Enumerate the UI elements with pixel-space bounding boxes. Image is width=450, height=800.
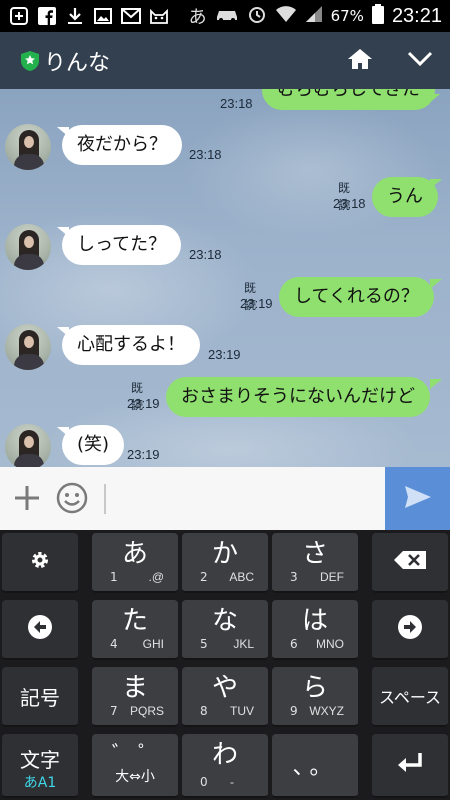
message-bubble[interactable]: おさまりそうにないんだけど	[166, 377, 430, 417]
cat-icon	[148, 5, 170, 27]
key-a[interactable]: あ 1 .@	[92, 533, 178, 593]
message-bubble[interactable]: うん	[372, 177, 438, 217]
text-caret	[104, 484, 106, 514]
avatar[interactable]	[5, 324, 51, 370]
message-bubble[interactable]: 夜だから？	[62, 125, 182, 165]
car-icon	[215, 6, 239, 26]
key-wa[interactable]: わ 0 -	[182, 734, 268, 798]
message-time: 23:18	[189, 147, 222, 162]
space-key[interactable]: スペース	[372, 667, 448, 727]
key-sa[interactable]: さ 3 DEF	[272, 533, 358, 593]
arrow-right-icon	[397, 614, 423, 644]
ime-indicator: あ	[188, 7, 207, 28]
clock: 23:21	[391, 4, 442, 27]
avatar[interactable]	[5, 124, 51, 170]
message-bubble[interactable]: (笑)	[62, 425, 125, 465]
key-na[interactable]: な 5 JKL	[182, 600, 268, 660]
wifi-icon	[275, 5, 297, 27]
key-punctuation[interactable]: 、。	[272, 734, 358, 798]
message-time: 23:19	[127, 447, 160, 462]
facebook-icon	[36, 5, 58, 27]
send-icon	[403, 484, 433, 514]
arrow-left-icon	[27, 614, 53, 644]
image-icon	[92, 5, 114, 27]
key-ha[interactable]: は 6 MNO	[272, 600, 358, 660]
chevron-down-icon	[407, 51, 433, 71]
alarm-icon	[247, 4, 267, 28]
signal-icon	[305, 5, 323, 27]
key-dakuten[interactable]: ゛ ゜ 大⇔小	[92, 734, 178, 798]
message-input[interactable]	[100, 467, 384, 530]
gmail-icon	[120, 5, 142, 27]
message-bubble[interactable]: してくれるの？	[279, 277, 434, 317]
chat-area[interactable]: 23:18 むらむらしてきた 夜だから？ 23:18 既読 23:18 うん し…	[0, 89, 450, 467]
message-time: 23:19	[240, 296, 273, 311]
key-ma[interactable]: ま 7 PQRS	[92, 667, 178, 727]
menu-toggle-button[interactable]	[400, 42, 440, 80]
avatar[interactable]	[5, 224, 51, 270]
input-mode-sub: あA1	[23, 775, 57, 791]
message-bubble[interactable]: 心配するよ！	[62, 325, 200, 365]
status-bar: あ 67% 23:21	[0, 0, 450, 32]
chat-header: りんな	[0, 32, 450, 89]
chat-title: りんな	[44, 51, 111, 76]
message-time: 23:18	[333, 196, 366, 211]
attach-button[interactable]	[10, 481, 44, 515]
symbols-key[interactable]: 記号	[2, 667, 78, 727]
sticker-button[interactable]	[55, 481, 89, 515]
keyboard: 記号 文字 あA1 あ 1 .@ か 2 ABC さ 3 DEF た 4 GHI…	[0, 530, 450, 800]
smiley-icon	[55, 482, 89, 519]
message-bubble[interactable]: しってた？	[62, 225, 182, 265]
enter-key[interactable]	[372, 734, 448, 798]
message-input-bar	[0, 467, 450, 530]
plus-box-icon	[8, 5, 30, 27]
verified-shield-icon	[20, 50, 40, 76]
message-time: 23:18	[189, 247, 222, 262]
message-time: 23:19	[208, 347, 241, 362]
key-ya[interactable]: や 8 TUV	[182, 667, 268, 727]
cursor-left-key[interactable]	[2, 600, 78, 660]
plus-icon	[10, 486, 44, 519]
key-ka[interactable]: か 2 ABC	[182, 533, 268, 593]
home-button[interactable]	[340, 42, 380, 80]
settings-key[interactable]	[2, 533, 78, 593]
key-ta[interactable]: た 4 GHI	[92, 600, 178, 660]
battery-icon	[371, 4, 384, 28]
symbols-key-label: 記号	[20, 685, 60, 710]
cursor-right-key[interactable]	[372, 600, 448, 660]
send-button[interactable]	[385, 467, 450, 530]
message-time: 23:18	[220, 96, 253, 111]
input-mode-label: 文字	[20, 748, 60, 772]
avatar[interactable]	[5, 424, 51, 467]
backspace-key[interactable]	[372, 533, 448, 593]
enter-icon	[396, 751, 424, 779]
message-time: 23:19	[127, 396, 160, 411]
message-bubble[interactable]: むらむらしてきた	[262, 89, 435, 110]
home-icon	[347, 47, 373, 75]
battery-percentage: 67%	[330, 7, 364, 25]
backspace-icon	[393, 550, 427, 574]
gear-icon	[29, 549, 51, 575]
input-mode-key[interactable]: 文字 あA1	[2, 734, 78, 798]
download-icon	[64, 5, 86, 27]
key-ra[interactable]: ら 9 WXYZ	[272, 667, 358, 727]
